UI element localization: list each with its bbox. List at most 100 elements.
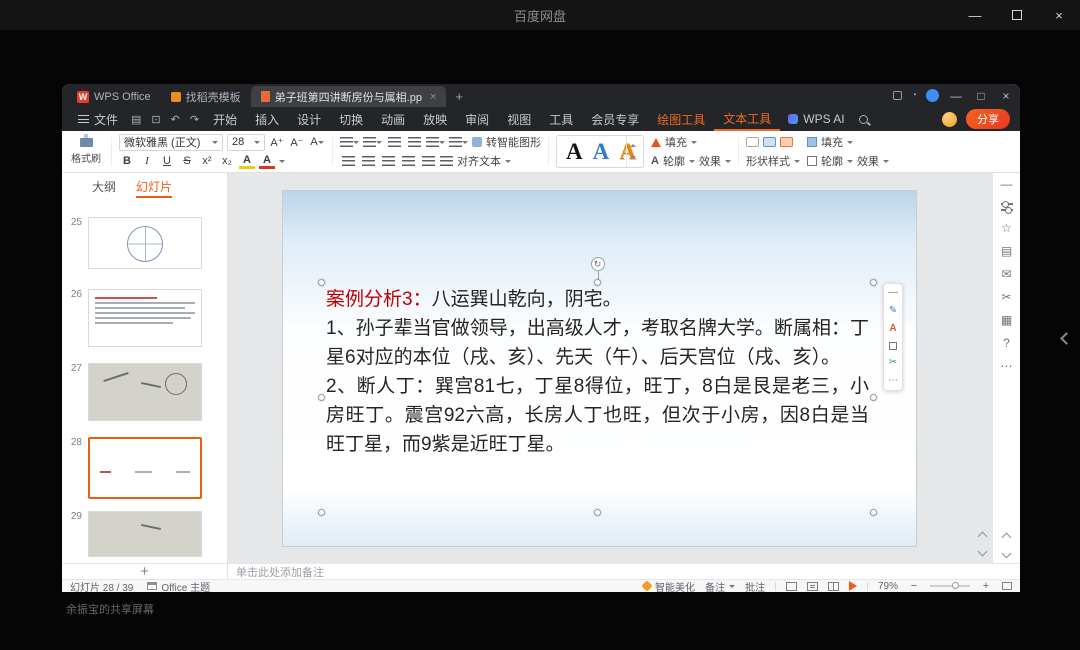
share-button[interactable]: 分享 [966,109,1010,129]
slide-sorter-view-button[interactable] [807,582,818,591]
quick-font-icon[interactable]: A [889,324,896,334]
italic-button[interactable]: I [139,153,155,169]
menu-text-tools[interactable]: 文本工具 [714,107,780,131]
tab-document[interactable]: 弟子班第四讲断房份与属相.pp × [251,86,447,107]
layers-icon[interactable]: ▤ [1001,245,1012,257]
slide-thumbnail-26[interactable] [88,289,202,347]
menu-transition[interactable]: 切换 [330,107,372,131]
menu-slideshow[interactable]: 放映 [414,107,456,131]
close-button[interactable]: × [1038,0,1080,30]
text-box[interactable]: 案例分析3：八运巽山乾向，阴宅。 1、孙子辈当官做领导，出高级人才，考取名牌大学… [322,283,873,512]
shape-styles-button[interactable]: 形状样式 [746,153,800,169]
text-fill-button[interactable]: 填充 [651,134,697,150]
resize-handle-top-left[interactable] [318,279,325,286]
resize-handle-bottom-right[interactable] [870,509,877,516]
print-icon[interactable]: ⊡ [146,113,165,126]
favorites-icon[interactable]: ☆ [1001,222,1012,234]
quick-cut-icon[interactable]: ✂ [889,358,897,368]
resize-handle-left[interactable] [318,394,325,401]
slide-thumbnail-29[interactable] [88,511,202,557]
add-slide-button[interactable]: + [140,563,149,580]
user-avatar[interactable] [926,89,939,102]
redo-icon[interactable]: ↷ [185,113,204,126]
text-effect-button[interactable]: A [309,134,325,150]
tab-close-icon[interactable]: × [430,91,436,103]
font-color-button[interactable]: A [259,153,275,169]
tab-templates[interactable]: 找稻壳模板 [161,86,251,107]
properties-icon[interactable] [1001,203,1013,205]
reading-view-button[interactable] [828,582,839,591]
menu-review[interactable]: 审阅 [456,107,498,131]
save-icon[interactable]: ▤ [126,113,146,126]
previous-slide-icon[interactable] [978,532,988,542]
slide-thumbnail-25[interactable] [88,217,202,269]
justify-button[interactable] [400,153,416,169]
smart-graphic-button[interactable]: 转智能图形 [472,134,541,150]
menu-tools[interactable]: 工具 [540,107,582,131]
clip-icon[interactable]: ✂ [1001,291,1011,303]
smart-beautify-button[interactable]: 智能美化 [643,579,695,593]
zoom-slider[interactable] [930,585,970,587]
member-icon[interactable] [942,112,957,127]
font-size-select[interactable]: 28 [227,134,265,151]
format-painter-button[interactable]: 格式刷 [68,134,104,169]
zoom-out-button[interactable]: − [908,580,920,592]
font-name-select[interactable]: 微软雅黑 (正文) [119,134,223,151]
text-outline-button[interactable]: A 轮廓 [651,153,695,169]
normal-view-button[interactable] [786,582,797,591]
menu-view[interactable]: 视图 [498,107,540,131]
wordart-style-blue[interactable]: A [593,139,610,165]
decrease-indent-button[interactable] [386,134,402,150]
collapse-sidebar-icon[interactable]: — [1001,178,1013,190]
tab-slides[interactable]: 幻灯片 [136,173,172,199]
bullet-list-button[interactable] [340,134,359,150]
wps-maximize-button[interactable]: □ [973,89,989,103]
help-icon[interactable]: ? [1003,337,1010,349]
scroll-up-icon[interactable] [1002,533,1012,543]
notes-toggle-button[interactable]: 备注 [705,579,735,593]
wordart-gallery[interactable]: A A A [556,135,644,168]
qrcode-icon[interactable]: ▦ [1001,314,1012,326]
undo-icon[interactable]: ↶ [166,113,185,126]
columns-button[interactable] [426,134,445,150]
increase-font-button[interactable]: A⁺ [269,134,285,150]
superscript-button[interactable]: x² [199,153,215,169]
shape-effect-button[interactable]: 效果 [857,153,889,169]
minimize-button[interactable]: — [954,0,996,30]
shape-fill-button[interactable]: 填充 [807,134,853,150]
maximize-button[interactable] [996,0,1038,30]
slide-canvas[interactable]: 案例分析3：八运巽山乾向，阴宅。 1、孙子辈当官做领导，出高级人才，考取名牌大学… [283,191,916,546]
numbered-list-button[interactable] [363,134,382,150]
shape-style-swatch[interactable] [763,137,776,147]
text-effect-dropdown[interactable]: 效果 [699,153,731,169]
fit-screen-icon[interactable] [1002,582,1012,590]
next-slide-icon[interactable] [978,547,988,557]
rotate-handle[interactable]: ↻ [591,257,605,271]
align-text-button[interactable]: 对齐文本 [440,153,511,169]
comments-button[interactable]: 批注 [745,579,765,593]
quick-pen-icon[interactable]: ✎ [889,306,897,316]
quick-shape-icon[interactable] [889,342,897,350]
menu-wps-ai[interactable]: WPS AI [780,112,852,126]
play-slideshow-button[interactable] [849,581,857,591]
search-icon[interactable] [859,115,868,124]
scroll-down-icon[interactable] [1002,549,1012,559]
line-spacing-button[interactable] [449,134,468,150]
tab-wps-home[interactable]: W WPS Office [67,86,161,107]
menu-draw-tools[interactable]: 绘图工具 [648,107,714,131]
menu-start[interactable]: 开始 [204,107,246,131]
wps-close-button[interactable]: × [998,89,1014,103]
decrease-font-button[interactable]: A⁻ [289,134,305,150]
subscript-button[interactable]: x₂ [219,153,235,169]
distribute-button[interactable] [420,153,436,169]
resize-handle-top[interactable] [594,279,601,286]
resize-handle-top-right[interactable] [870,279,877,286]
align-center-button[interactable] [360,153,376,169]
slide-editing-area[interactable]: 案例分析3：八运巽山乾向，阴宅。 1、孙子辈当官做领导，出高级人才，考取名牌大学… [228,173,992,563]
layout-switch-icon[interactable] [893,91,902,100]
underline-button[interactable]: U [159,153,175,169]
bold-button[interactable]: B [119,153,135,169]
menu-animation[interactable]: 动画 [372,107,414,131]
collapse-icon[interactable]: — [888,288,898,298]
resize-handle-bottom-left[interactable] [318,509,325,516]
